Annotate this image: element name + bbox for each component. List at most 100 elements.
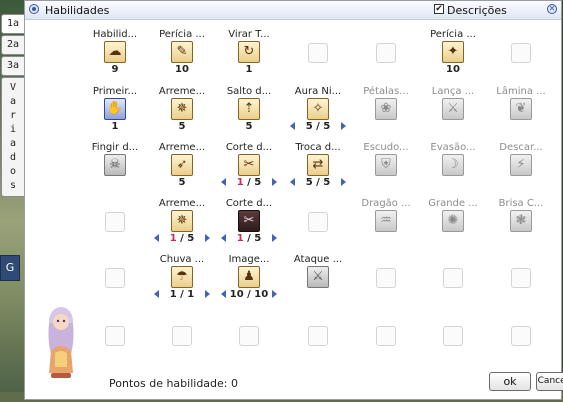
level-down-arrow-icon[interactable] bbox=[154, 234, 159, 242]
skill-item[interactable]: Virar T... ↻ 1 bbox=[216, 29, 282, 75]
skill-item[interactable]: Grande ... ✺ bbox=[420, 198, 486, 244]
level-down-arrow-icon[interactable] bbox=[154, 290, 159, 298]
skill-item[interactable]: Lança ... ⚔ bbox=[420, 86, 486, 132]
window-title: Habilidades bbox=[45, 4, 110, 17]
skill-name: Habilid... bbox=[92, 29, 138, 40]
tab-2a-label: 2a bbox=[6, 39, 20, 50]
shuriken-icon[interactable]: ✵ bbox=[171, 98, 193, 120]
breeze-icon[interactable]: ❃ bbox=[510, 210, 532, 232]
evasion-icon[interactable]: ☽ bbox=[442, 154, 464, 176]
skill-item[interactable]: Perícia ... ✎ 10 bbox=[149, 29, 215, 75]
level-down-arrow-icon[interactable] bbox=[290, 178, 295, 186]
swap-icon[interactable]: ⇄ bbox=[307, 154, 329, 176]
descriptions-checkbox[interactable]: ✔ bbox=[434, 4, 444, 14]
blade-icon[interactable]: ❦ bbox=[510, 98, 532, 120]
attack-icon[interactable]: ⚔ bbox=[307, 266, 329, 288]
empty-skill-slot bbox=[308, 43, 328, 63]
tab-3a[interactable]: 3a bbox=[1, 56, 24, 76]
cancel-button[interactable]: Cancelar bbox=[536, 372, 563, 391]
empty-skill-slot bbox=[239, 326, 259, 346]
spear-icon[interactable]: ⚔ bbox=[442, 98, 464, 120]
skill-item[interactable]: Pétalas... ❀ bbox=[353, 86, 419, 132]
skill-name: Aura Ni... bbox=[294, 86, 342, 97]
skill-name: Fingir d... bbox=[91, 142, 139, 153]
skill-item[interactable]: Arreme... ✵ 5 bbox=[149, 86, 215, 132]
tab-1a-label: 1a bbox=[6, 18, 20, 29]
empty-skill-slot bbox=[376, 268, 396, 288]
great-icon[interactable]: ✺ bbox=[442, 210, 464, 232]
shuriken-icon[interactable]: ✵ bbox=[171, 210, 193, 232]
level-down-arrow-icon[interactable] bbox=[290, 122, 295, 130]
magic-orb-icon[interactable]: ✦ bbox=[442, 41, 464, 63]
tab-variados[interactable]: Variados bbox=[1, 77, 24, 197]
cut-icon[interactable]: ✂ bbox=[238, 154, 260, 176]
fake-death-icon[interactable]: ☠ bbox=[104, 154, 126, 176]
skill-item[interactable]: Brisa C... ❃ bbox=[488, 198, 554, 244]
sword-book-icon[interactable]: ✎ bbox=[171, 41, 193, 63]
tab-1a[interactable]: 1a bbox=[1, 14, 24, 34]
skill-item[interactable]: Perícia ... ✦ 10 bbox=[420, 29, 486, 75]
skill-name: Arreme... bbox=[158, 198, 206, 209]
skill-item[interactable]: Aura Ni... ✧ 5 / 5 bbox=[285, 86, 351, 132]
skill-item[interactable]: Salto d... ⇡ 5 bbox=[216, 86, 282, 132]
level-down-arrow-icon[interactable] bbox=[221, 290, 226, 298]
dark-cut-icon[interactable]: ✂ bbox=[238, 210, 260, 232]
level-up-arrow-icon[interactable] bbox=[205, 290, 210, 298]
skill-item[interactable]: Escudo... ⛨ bbox=[353, 142, 419, 188]
skill-item[interactable]: Ataque ... ⚔ bbox=[285, 254, 351, 300]
kunai-icon[interactable]: ➶ bbox=[171, 154, 193, 176]
skill-name: Perícia ... bbox=[159, 29, 205, 40]
level-down-arrow-icon[interactable] bbox=[221, 178, 226, 186]
skill-item[interactable]: Arreme... ➶ 5 bbox=[149, 142, 215, 188]
close-icon[interactable]: ✕ bbox=[547, 4, 557, 14]
skill-level: 10 bbox=[175, 64, 189, 75]
skill-item[interactable]: Arreme... ✵ 1 / 5 bbox=[149, 198, 215, 244]
skill-item[interactable]: Dragão ... ♒ bbox=[353, 198, 419, 244]
skill-item[interactable]: Habilid... ☁ 9 bbox=[82, 29, 148, 75]
skill-name: Descar... bbox=[499, 142, 543, 153]
scroll-turn-icon[interactable]: ↻ bbox=[238, 41, 260, 63]
shield-icon[interactable]: ⛨ bbox=[375, 154, 397, 176]
skill-name: Salto d... bbox=[226, 86, 272, 97]
skill-item[interactable]: Primeir... ✋ 1 bbox=[82, 86, 148, 132]
speech-bubble-icon[interactable]: ☁ bbox=[104, 41, 126, 63]
level-up-arrow-icon[interactable] bbox=[272, 290, 277, 298]
leap-icon[interactable]: ⇡ bbox=[238, 98, 260, 120]
level-up-arrow-icon[interactable] bbox=[272, 234, 277, 242]
discharge-icon[interactable]: ⚡ bbox=[510, 154, 532, 176]
skill-item[interactable]: Chuva ... ☂ 1 / 1 bbox=[149, 254, 215, 300]
skill-name: Lâmina ... bbox=[496, 86, 546, 97]
image-clone-icon[interactable]: ♟ bbox=[238, 266, 260, 288]
empty-skill-slot bbox=[308, 326, 328, 346]
aura-icon[interactable]: ✧ bbox=[307, 98, 329, 120]
skill-level: 5 bbox=[245, 121, 253, 132]
level-up-arrow-icon[interactable] bbox=[341, 122, 346, 130]
rain-icon[interactable]: ☂ bbox=[171, 266, 193, 288]
window-icon bbox=[29, 4, 39, 14]
dragon-icon[interactable]: ♒ bbox=[375, 210, 397, 232]
skill-item[interactable]: Descar... ⚡ bbox=[488, 142, 554, 188]
skill-points-label: Pontos de habilidade: 0 bbox=[109, 377, 238, 390]
title-bar[interactable]: Habilidades ✔ Descrições ✕ bbox=[25, 1, 561, 20]
level-down-arrow-icon[interactable] bbox=[221, 234, 226, 242]
level-up-arrow-icon[interactable] bbox=[272, 178, 277, 186]
level-up-arrow-icon[interactable] bbox=[205, 234, 210, 242]
petal-icon[interactable]: ❀ bbox=[375, 98, 397, 120]
skill-item[interactable]: Lâmina ... ❦ bbox=[488, 86, 554, 132]
skill-name: Ataque ... bbox=[293, 254, 343, 265]
skill-level-current: 1 bbox=[169, 233, 177, 244]
tab-2a[interactable]: 2a bbox=[1, 35, 24, 55]
skill-item[interactable]: Troca d... ⇄ 5 / 5 bbox=[285, 142, 351, 188]
skill-name: Pétalas... bbox=[363, 86, 409, 97]
skill-item[interactable]: Image... ♟ 10 / 10 bbox=[216, 254, 282, 300]
background-window-tab[interactable]: G bbox=[0, 255, 20, 281]
skill-item[interactable]: Corte d... ✂ 1 / 5 bbox=[216, 142, 282, 188]
ok-button[interactable]: ok bbox=[489, 372, 531, 391]
skill-level: 5 bbox=[178, 121, 186, 132]
skill-item[interactable]: Fingir d... ☠ bbox=[82, 142, 148, 188]
skill-item[interactable]: Evasão... ☽ bbox=[420, 142, 486, 188]
level-up-arrow-icon[interactable] bbox=[341, 178, 346, 186]
hand-palm-icon[interactable]: ✋ bbox=[104, 98, 126, 120]
skill-name: Chuva ... bbox=[159, 254, 205, 265]
skill-item[interactable]: Corte d... ✂ 1 / 5 bbox=[216, 198, 282, 244]
